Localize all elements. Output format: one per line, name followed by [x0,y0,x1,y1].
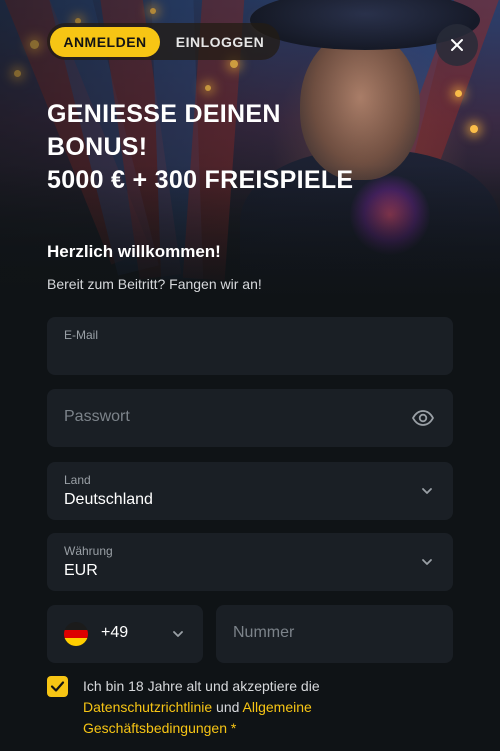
password-field[interactable]: Passwort [47,389,453,447]
headline-line-1: GENIESSE DEINEN [47,100,281,128]
required-mark: * [227,720,237,736]
phone-number-input[interactable]: Nummer [216,605,453,663]
chevron-down-icon [173,631,183,637]
email-label: E-Mail [64,328,99,342]
currency-label: Währung [64,544,113,558]
welcome-title: Herzlich willkommen! [47,242,221,261]
email-field[interactable]: E-Mail [47,317,453,375]
terms-link-part-2[interactable]: Geschäftsbedingungen [83,720,227,736]
headline-line-2: BONUS! [47,133,148,161]
password-placeholder: Passwort [64,408,130,425]
checkmark-icon [50,681,65,692]
privacy-policy-link[interactable]: Datenschutzrichtlinie [83,699,212,715]
age-consent-checkbox[interactable] [47,676,68,697]
germany-flag-icon [64,622,88,646]
consent-text-before: Ich bin 18 Jahre alt und akzeptiere die [83,678,320,694]
bonus-headline: GENIESSE DEINEN BONUS! 5000 € + 300 FREI… [47,98,427,197]
close-button[interactable] [436,24,478,66]
terms-link-part-1[interactable]: Allgemeine [243,699,312,715]
country-select[interactable]: Land Deutschland [47,462,453,520]
close-icon [451,39,463,51]
currency-select[interactable]: Währung EUR [47,533,453,591]
auth-tabs: ANMELDEN EINLOGGEN [47,23,280,60]
country-label: Land [64,473,91,487]
eye-icon[interactable] [411,406,435,430]
phone-code-select[interactable]: +49 [47,605,203,663]
registration-page: ANMELDEN EINLOGGEN GENIESSE DEINEN BONUS… [0,0,500,751]
welcome-subtitle: Bereit zum Beitritt? Fangen wir an! [47,276,262,292]
headline-line-3: 5000 € + 300 FREISPIELE [47,166,354,194]
age-consent-text: Ich bin 18 Jahre alt und akzeptiere die … [83,676,363,739]
phone-number-placeholder: Nummer [233,624,295,641]
consent-text-and: und [212,699,243,715]
tab-login[interactable]: EINLOGGEN [164,27,276,57]
phone-code-value: +49 [101,624,129,641]
chevron-down-icon [422,488,432,494]
tab-register[interactable]: ANMELDEN [50,26,160,57]
currency-value: EUR [64,562,98,579]
country-value: Deutschland [64,491,153,508]
chevron-down-icon [422,559,432,565]
